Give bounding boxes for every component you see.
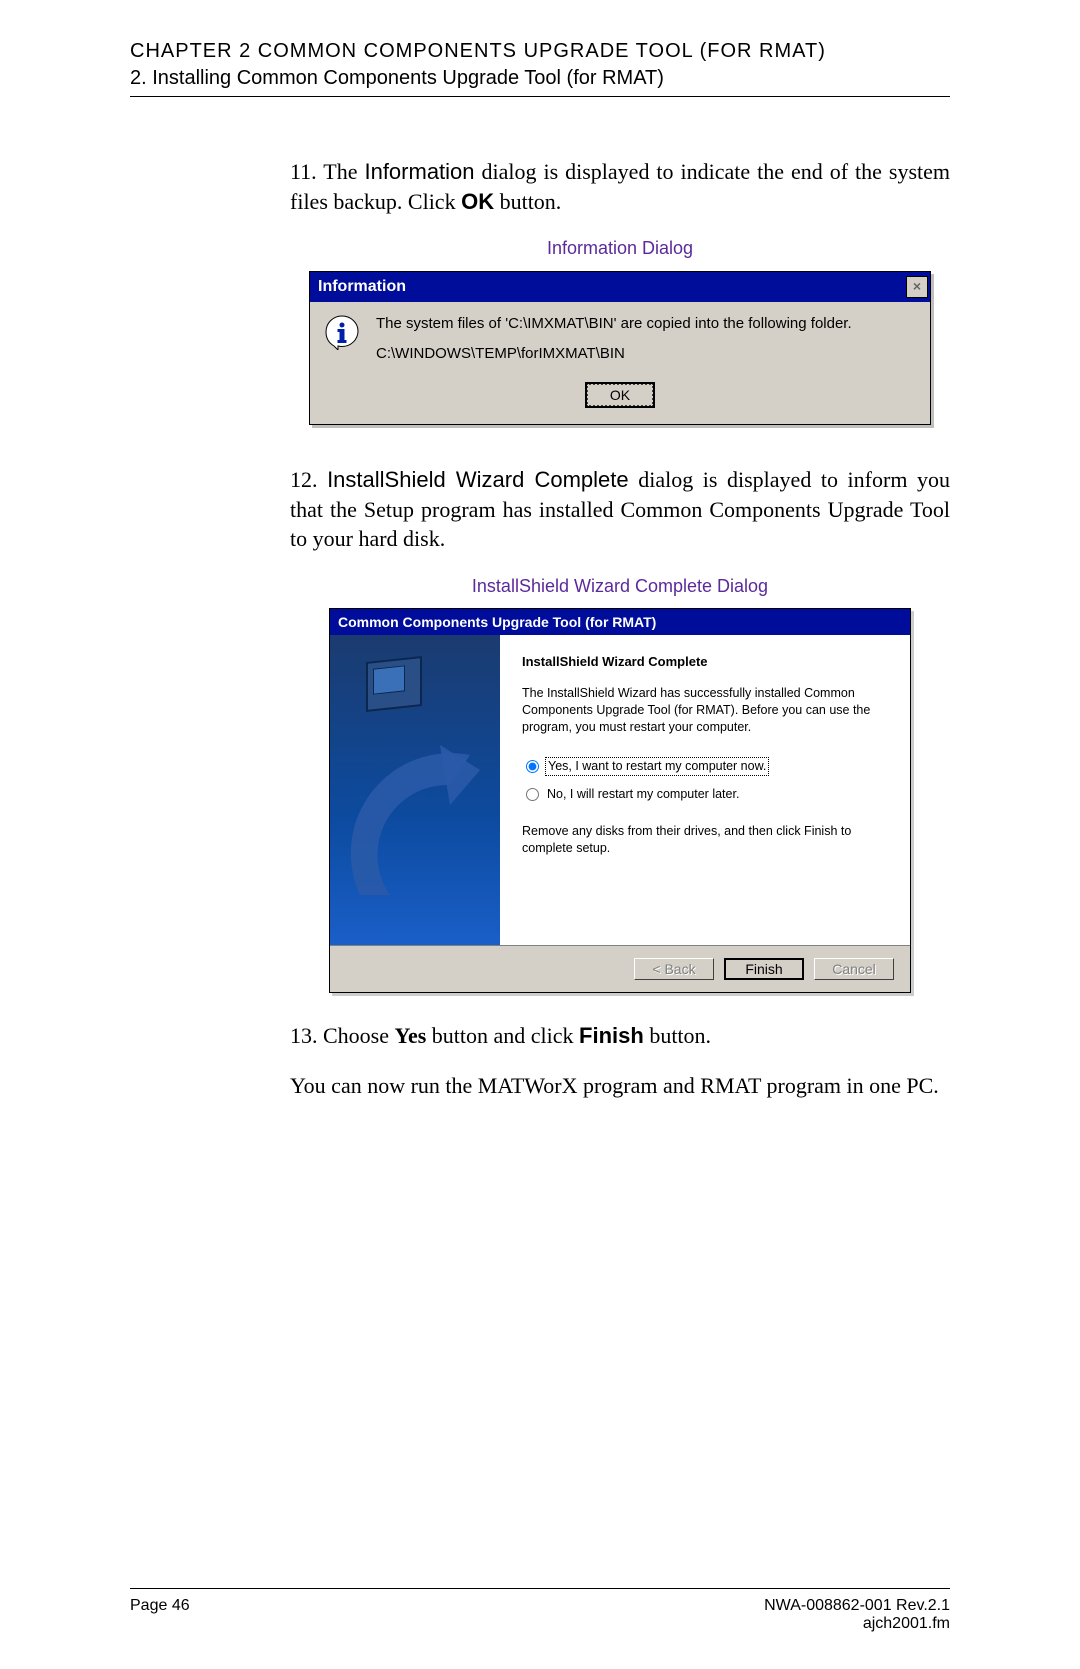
figure-caption-information: Information Dialog (290, 236, 950, 260)
closing-paragraph: You can now run the MATWorX program and … (290, 1071, 950, 1101)
information-titlebar: Information × (310, 272, 930, 302)
bold-installshield-complete: InstallShield Wizard Complete (327, 467, 629, 492)
header-rule (130, 96, 950, 97)
radio-restart-later[interactable] (526, 788, 539, 801)
step-text: Choose (323, 1023, 395, 1048)
cancel-button: Cancel (814, 958, 894, 980)
bold-finish: Finish (579, 1023, 644, 1048)
doc-id: NWA-008862-001 Rev.2.1 (764, 1597, 950, 1615)
step-text: button and click (426, 1023, 579, 1048)
radio-restart-later-label: No, I will restart my computer later. (545, 786, 741, 803)
bold-information: Information (364, 159, 474, 184)
step-number: 11. (290, 159, 317, 184)
wizard-title-text: Common Components Upgrade Tool (for RMAT… (338, 613, 656, 632)
figure-caption-wizard: InstallShield Wizard Complete Dialog (290, 574, 950, 598)
wizard-paragraph-2: Remove any disks from their drives, and … (522, 823, 888, 857)
step-text: The (323, 159, 364, 184)
wizard-sidebar-image (330, 635, 500, 945)
step-number: 12. (290, 467, 318, 492)
ok-button[interactable]: OK (586, 383, 654, 407)
info-icon (324, 314, 364, 358)
section-title: 2. Installing Common Components Upgrade … (130, 67, 950, 90)
step-number: 13. (290, 1023, 318, 1048)
file-name: ajch2001.fm (764, 1615, 950, 1633)
chapter-title: CHAPTER 2 COMMON COMPONENTS UPGRADE TOOL… (130, 40, 950, 63)
step-13: 13. Choose Yes button and click Finish b… (290, 1021, 950, 1051)
radio-restart-now-label: Yes, I want to restart my computer now. (545, 757, 769, 776)
step-text: button. (494, 189, 561, 214)
page-number: Page 46 (130, 1597, 190, 1633)
step-text: button. (644, 1023, 711, 1048)
wizard-paragraph-1: The InstallShield Wizard has successfull… (522, 685, 888, 736)
step-11: 11. The Information dialog is displayed … (290, 157, 950, 216)
close-icon[interactable]: × (906, 276, 928, 298)
step-12: 12. InstallShield Wizard Complete dialog… (290, 465, 950, 554)
footer-rule (130, 1588, 950, 1589)
information-message-line1: The system files of 'C:\IMXMAT\BIN' are … (376, 314, 916, 334)
information-message-line2: C:\WINDOWS\TEMP\forIMXMAT\BIN (376, 344, 916, 364)
wizard-titlebar: Common Components Upgrade Tool (for RMAT… (330, 609, 910, 635)
wizard-dialog: Common Components Upgrade Tool (for RMAT… (329, 608, 911, 993)
information-title-text: Information (318, 276, 406, 298)
back-button: < Back (634, 958, 714, 980)
finish-button[interactable]: Finish (724, 958, 804, 980)
radio-restart-now[interactable] (526, 760, 539, 773)
bold-yes: Yes (395, 1023, 427, 1048)
wizard-heading: InstallShield Wizard Complete (522, 653, 888, 671)
bold-ok: OK (461, 189, 494, 214)
information-dialog: Information × The system files of 'C:\IM… (309, 271, 931, 425)
